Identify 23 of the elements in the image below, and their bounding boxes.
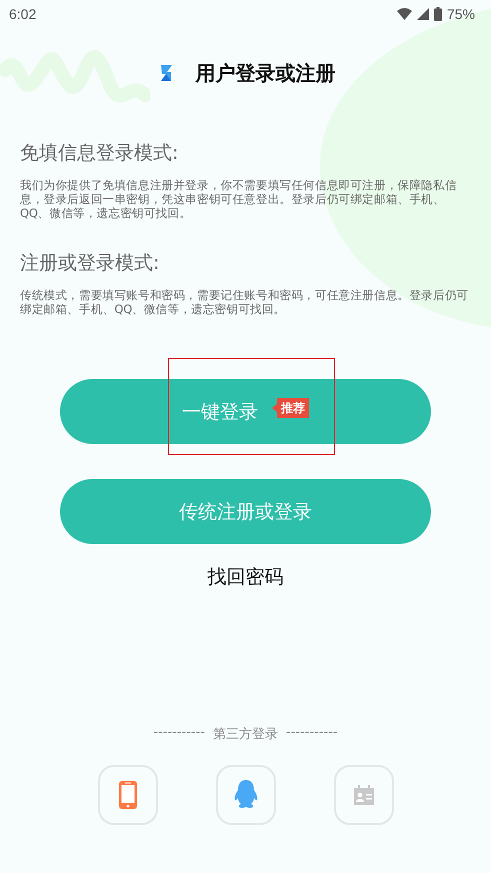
clock: 6:02 [9, 6, 36, 22]
third-party-login-button[interactable] [98, 765, 158, 825]
section-heading: 注册或登录模式: [20, 251, 160, 276]
divider-dashes: ----------- [286, 725, 338, 742]
phone-icon [118, 781, 136, 809]
wifi-icon [396, 8, 412, 20]
section-description: 我们为你提供了免填信息注册并登录，你不需要填写任何信息即可注册，保障隐私信息，登录后返回一串密钥，凭这串密钥可任意登出。登录后仍可绑定邮箱、手机、QQ、微信等，遗忘密钥可找回。 [20, 178, 458, 220]
id-card-icon [354, 785, 374, 805]
battery-icon [434, 7, 442, 21]
signal-icon [416, 8, 429, 20]
third-party-login-button[interactable] [334, 765, 394, 825]
third-party-login-button[interactable] [216, 765, 276, 825]
penguin-icon [232, 780, 258, 810]
section-heading: 免填信息登录模式: [20, 141, 180, 166]
login-button[interactable]: 传统注册或登录 [60, 479, 431, 544]
section-description: 传统模式，需要填写账号和密码，需要记住账号和密码，可任意注册信息。登录后仍可绑定邮箱、手机、QQ、微信等，遗忘密钥可找回。 [20, 288, 470, 316]
divider-dashes: ----------- [153, 725, 205, 742]
page-title: 用户登录或注册 [196, 60, 336, 86]
battery-level: 75% [446, 6, 475, 22]
login-button[interactable]: 一键登录 推荐 [60, 379, 431, 444]
third-party-label: 第三方登录 [213, 726, 278, 743]
recover-password-link[interactable]: 找回密码 [60, 544, 431, 609]
recommend-badge: 推荐 [272, 398, 309, 418]
